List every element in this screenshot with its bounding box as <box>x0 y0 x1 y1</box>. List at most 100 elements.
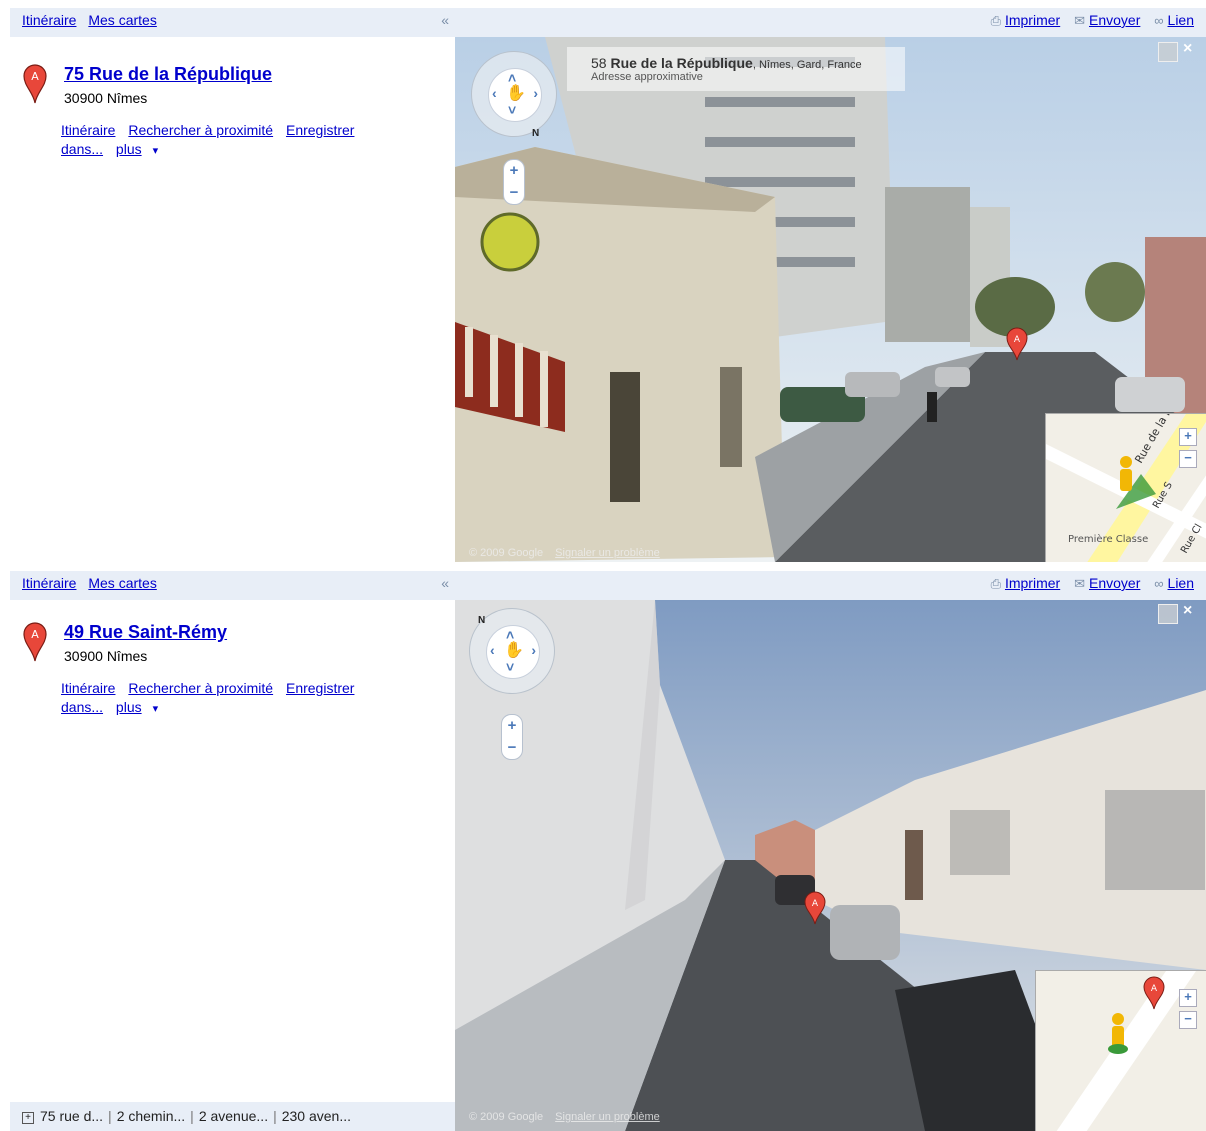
recent-item[interactable]: 75 rue d... <box>40 1108 103 1124</box>
directions-link[interactable]: Itinéraire <box>61 122 115 138</box>
minimap[interactable]: A + − <box>1035 970 1206 1131</box>
zoom-control[interactable]: + − <box>501 714 523 760</box>
pan-right-icon[interactable]: › <box>533 86 538 100</box>
search-nearby-link[interactable]: Rechercher à proximité <box>128 680 273 696</box>
minimap-zoom-in-icon[interactable]: + <box>1179 428 1197 446</box>
print-link[interactable]: Imprimer <box>1005 12 1060 28</box>
result-actions: Itinéraire Rechercher à proximité Enregi… <box>61 679 401 719</box>
pan-down-icon[interactable]: ˅ <box>506 660 514 674</box>
pin-letter: A <box>31 628 39 641</box>
printer-icon: ⎙ <box>990 13 1001 28</box>
minimap-zoom-out-icon[interactable]: − <box>1179 450 1197 468</box>
chevron-down-icon[interactable]: ▾ <box>153 703 159 715</box>
send-link[interactable]: Envoyer <box>1089 575 1140 591</box>
fullscreen-icon[interactable] <box>1158 604 1178 624</box>
collapse-panel-button[interactable]: « <box>441 575 449 591</box>
fullscreen-icon[interactable] <box>1158 42 1178 62</box>
result-city: 30900 Nîmes <box>64 648 148 664</box>
address-street: Rue de la République <box>610 55 753 71</box>
close-icon[interactable]: × <box>1183 40 1192 58</box>
streetview-footer: © 2009 Google Signaler un problème <box>469 547 660 559</box>
left-toolbar: Itinéraire Mes cartes « <box>10 571 455 600</box>
my-maps-link[interactable]: Mes cartes <box>88 12 156 28</box>
permalink-link[interactable]: Lien <box>1168 12 1194 28</box>
pan-up-icon[interactable]: ˄ <box>506 628 514 642</box>
more-link[interactable]: plus <box>116 141 142 157</box>
map-pin-icon[interactable]: A <box>22 62 48 104</box>
streetview-address: 58 Rue de la République, Nîmes, Gard, Fr… <box>591 55 905 71</box>
marker-letter: A <box>1014 335 1021 345</box>
result-title-link[interactable]: 75 Rue de la République <box>64 64 272 85</box>
link-chain-icon: ∞ <box>1154 576 1164 591</box>
permalink-link[interactable]: Lien <box>1168 575 1194 591</box>
collapse-panel-button[interactable]: « <box>441 12 449 28</box>
hand-icon: ✋ <box>504 642 524 659</box>
print-item[interactable]: ⎙ Imprimer <box>991 575 1065 591</box>
pan-control-center: ˄ ‹ › ˅ ✋ <box>488 68 542 122</box>
pan-right-icon[interactable]: › <box>531 643 536 657</box>
right-toolbar: ⎙ Imprimer ✉ Envoyer ∞ Lien <box>455 571 1206 600</box>
send-link[interactable]: Envoyer <box>1089 12 1140 28</box>
recent-item[interactable]: 2 chemin... <box>117 1108 185 1124</box>
address-subtitle: Adresse approximative <box>591 71 703 83</box>
pan-control-center: ˄ ‹ › ˅ ✋ <box>486 625 540 679</box>
zoom-in-icon[interactable]: + <box>502 718 522 733</box>
recent-item[interactable]: 230 aven... <box>282 1108 351 1124</box>
left-toolbar: Itinéraire Mes cartes « <box>10 8 455 37</box>
compass-north-label: N <box>478 615 486 626</box>
marker-letter: A <box>812 899 819 909</box>
close-icon[interactable]: × <box>1183 602 1192 620</box>
itinerary-link[interactable]: Itinéraire <box>22 12 76 28</box>
envelope-icon: ✉ <box>1074 576 1085 591</box>
street-view-pane[interactable]: A 58 Rue de la République, Nîmes, Gard, … <box>455 37 1206 562</box>
pan-up-icon[interactable]: ˄ <box>508 71 516 85</box>
map-pin-icon[interactable]: A <box>22 620 48 662</box>
pan-control[interactable]: ˄ ‹ › ˅ ✋ N <box>471 51 557 139</box>
pan-left-icon[interactable]: ‹ <box>492 86 497 100</box>
maps-panel-1: Itinéraire Mes cartes « ⎙ Imprimer ✉ Envoy… <box>0 0 1206 562</box>
street-view-pane[interactable]: A ˄ ‹ › ˅ ✋ N + − × A + − © 2009 Google … <box>455 600 1206 1131</box>
separator: | <box>190 1108 194 1124</box>
maps-panel-2: Itinéraire Mes cartes « ⎙ Imprimer ✉ Envoy… <box>0 563 1206 1131</box>
pin-letter: A <box>31 70 39 83</box>
my-maps-link[interactable]: Mes cartes <box>88 575 156 591</box>
minimap-marker-letter: A <box>1151 984 1158 994</box>
pan-control[interactable]: ˄ ‹ › ˅ ✋ N <box>469 608 555 694</box>
print-link[interactable]: Imprimer <box>1005 575 1060 591</box>
compass-north-label: N <box>532 128 540 139</box>
right-toolbar: ⎙ Imprimer ✉ Envoyer ∞ Lien <box>455 8 1206 37</box>
report-problem-link[interactable]: Signaler un problème <box>555 547 660 559</box>
address-number: 58 <box>591 55 607 71</box>
address-rest: , Nîmes, Gard, France <box>752 59 862 71</box>
zoom-control[interactable]: + − <box>503 159 525 205</box>
result-city: 30900 Nîmes <box>64 90 148 106</box>
print-item[interactable]: ⎙ Imprimer <box>991 12 1065 28</box>
separator: | <box>273 1108 277 1124</box>
report-problem-link[interactable]: Signaler un problème <box>555 1111 660 1123</box>
copyright-text: © 2009 Google <box>469 1111 544 1123</box>
chevron-down-icon[interactable]: ▾ <box>153 145 159 157</box>
zoom-out-icon[interactable]: − <box>504 185 524 200</box>
pan-down-icon[interactable]: ˅ <box>508 103 516 117</box>
printer-icon: ⎙ <box>990 576 1001 591</box>
envelope-icon: ✉ <box>1074 13 1085 28</box>
minimap-zoom-out-icon[interactable]: − <box>1179 1011 1197 1029</box>
minimap[interactable]: Rue de la Rép Rue S Première Classe Rue … <box>1045 413 1206 562</box>
copyright-text: © 2009 Google <box>469 547 544 559</box>
minimap-zoom-in-icon[interactable]: + <box>1179 989 1197 1007</box>
more-link[interactable]: plus <box>116 699 142 715</box>
zoom-out-icon[interactable]: − <box>502 740 522 755</box>
itinerary-link[interactable]: Itinéraire <box>22 575 76 591</box>
recent-item[interactable]: 2 avenue... <box>199 1108 268 1124</box>
zoom-in-icon[interactable]: + <box>504 163 524 178</box>
directions-link[interactable]: Itinéraire <box>61 680 115 696</box>
search-nearby-link[interactable]: Rechercher à proximité <box>128 122 273 138</box>
permalink-item[interactable]: ∞ Lien <box>1154 575 1194 591</box>
pan-left-icon[interactable]: ‹ <box>490 643 495 657</box>
result-title-link[interactable]: 49 Rue Saint-Rémy <box>64 622 227 643</box>
send-item[interactable]: ✉ Envoyer <box>1074 575 1144 591</box>
permalink-item[interactable]: ∞ Lien <box>1154 12 1194 28</box>
expand-icon[interactable]: + <box>22 1112 34 1124</box>
send-item[interactable]: ✉ Envoyer <box>1074 12 1144 28</box>
streetview-address-box: 58 Rue de la République, Nîmes, Gard, Fr… <box>567 47 905 91</box>
